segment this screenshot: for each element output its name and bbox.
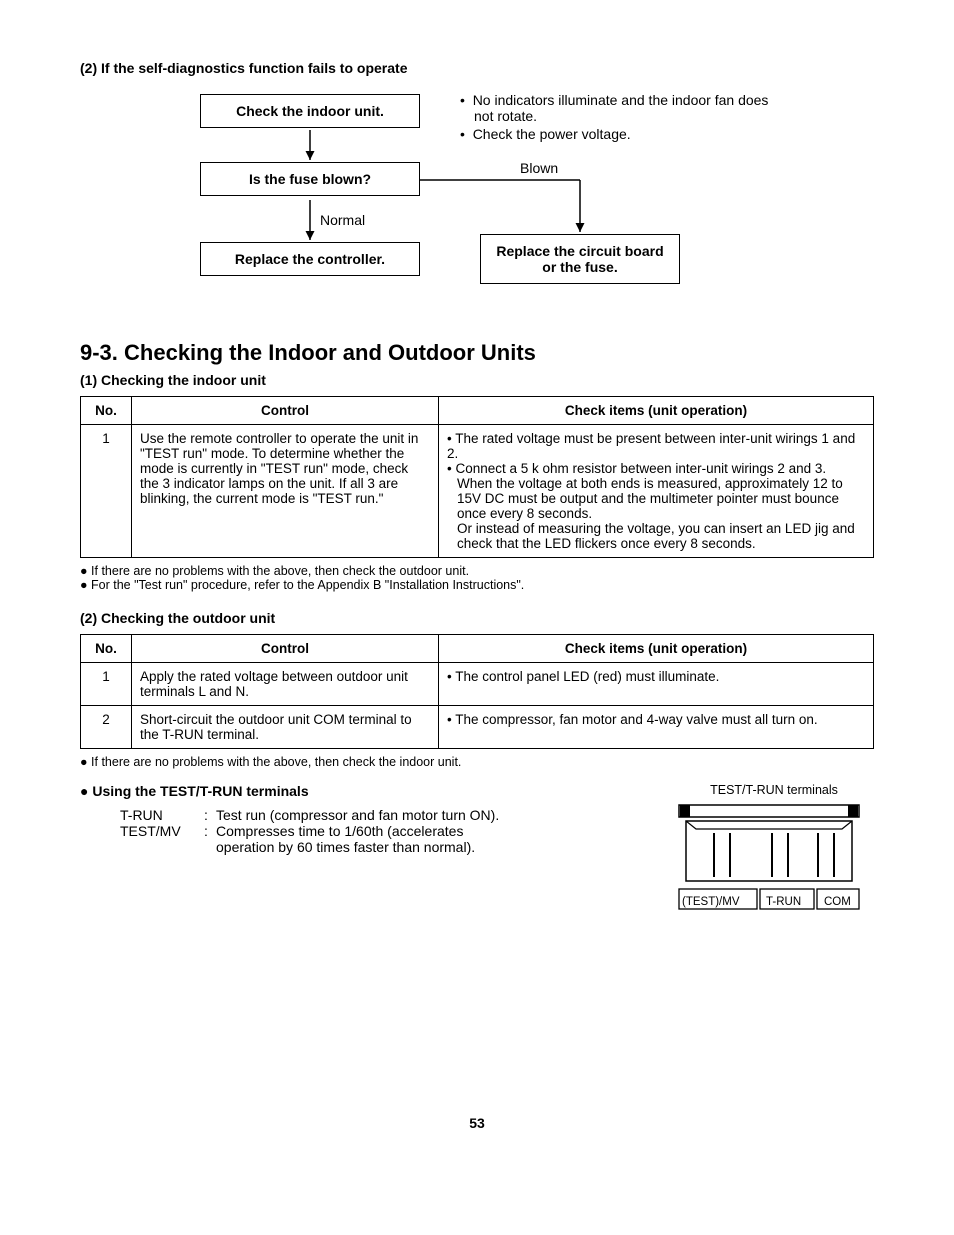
- cell-no: 1: [81, 425, 132, 558]
- cell-control: Short-circuit the outdoor unit COM termi…: [132, 706, 439, 749]
- page-number: 53: [80, 1115, 874, 1131]
- lower-block: Using the TEST/T-RUN terminals T-RUN : T…: [80, 783, 874, 855]
- flow-side-bullet-2: • Check the power voltage.: [460, 126, 780, 142]
- th-control: Control: [132, 397, 439, 425]
- section-heading-9-3: 9-3. Checking the Indoor and Outdoor Uni…: [80, 340, 874, 366]
- cell-check: • The compressor, fan motor and 4-way va…: [439, 706, 874, 749]
- flow-side-text-1: No indicators illuminate and the indoor …: [473, 92, 769, 124]
- subsection-heading-outdoor: (2) Checking the outdoor unit: [80, 610, 874, 626]
- table-row: 1 Apply the rated voltage between outdoo…: [81, 663, 874, 706]
- table-outdoor-check: No. Control Check items (unit operation)…: [80, 634, 874, 749]
- notes-indoor: If there are no problems with the above,…: [80, 564, 874, 592]
- flow-side-text-2: Check the power voltage.: [473, 126, 631, 142]
- table-row: 1 Use the remote controller to operate t…: [81, 425, 874, 558]
- flow-box-replace-controller: Replace the controller.: [200, 242, 420, 276]
- flowchart: Check the indoor unit. Is the fuse blown…: [80, 84, 874, 304]
- terminals-caption: TEST/T-RUN terminals: [674, 783, 874, 797]
- subsection-heading-2: (2) If the self-diagnostics function fai…: [80, 60, 874, 76]
- terminals-diagram: TEST/T-RUN terminals (TEST)/MV T-RUN COM: [674, 783, 874, 922]
- flow-box-fuse: Is the fuse blown?: [200, 162, 420, 196]
- table-row: 2 Short-circuit the outdoor unit COM ter…: [81, 706, 874, 749]
- terminal-label-testmv: (TEST)/MV: [682, 896, 740, 908]
- table-indoor-check: No. Control Check items (unit operation)…: [80, 396, 874, 558]
- cell-no: 1: [81, 663, 132, 706]
- th-no: No.: [81, 397, 132, 425]
- cell-check: • The control panel LED (red) must illum…: [439, 663, 874, 706]
- term-colon: :: [204, 807, 216, 823]
- note-line: If there are no problems with the above,…: [80, 564, 874, 578]
- cell-control: Use the remote controller to operate the…: [132, 425, 439, 558]
- term-label-blank: [120, 839, 204, 855]
- th-control: Control: [132, 635, 439, 663]
- notes-outdoor: If there are no problems with the above,…: [80, 755, 874, 769]
- flow-label-blown: Blown: [520, 160, 558, 176]
- check-bullet: • Connect a 5 k ohm resistor between int…: [447, 461, 865, 521]
- terminal-label-com: COM: [824, 896, 851, 908]
- terminal-label-trun: T-RUN: [766, 896, 801, 908]
- flow-side-bullets: • No indicators illuminate and the indoo…: [460, 92, 780, 144]
- term-label-trun: T-RUN: [120, 807, 204, 823]
- check-text: Or instead of measuring the voltage, you…: [447, 521, 865, 551]
- term-colon-blank: [204, 839, 216, 855]
- term-label-testmv: TEST/MV: [120, 823, 204, 839]
- th-no: No.: [81, 635, 132, 663]
- flow-side-bullet-1: • No indicators illuminate and the indoo…: [460, 92, 780, 124]
- term-colon: :: [204, 823, 216, 839]
- flow-box-replace-board: Replace the circuit board or the fuse.: [480, 234, 680, 284]
- th-check-items: Check items (unit operation): [439, 397, 874, 425]
- flow-label-normal: Normal: [320, 212, 365, 228]
- cell-no: 2: [81, 706, 132, 749]
- cell-check: • The rated voltage must be present betw…: [439, 425, 874, 558]
- check-bullet: • The rated voltage must be present betw…: [447, 431, 865, 461]
- cell-control: Apply the rated voltage between outdoor …: [132, 663, 439, 706]
- subsection-heading-indoor: (1) Checking the indoor unit: [80, 372, 874, 388]
- note-line: If there are no problems with the above,…: [80, 755, 874, 769]
- th-check-items: Check items (unit operation): [439, 635, 874, 663]
- flow-box-check-indoor: Check the indoor unit.: [200, 94, 420, 128]
- note-line: For the "Test run" procedure, refer to t…: [80, 578, 874, 592]
